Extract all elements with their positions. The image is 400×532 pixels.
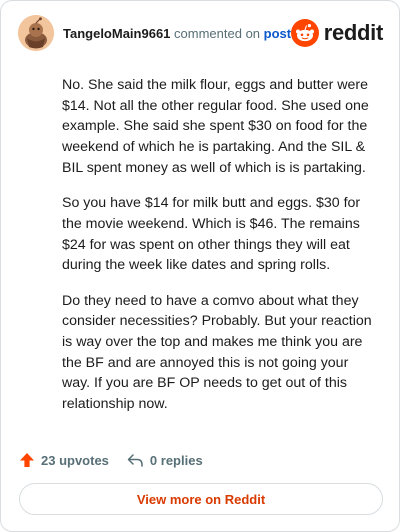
avatar[interactable]: [18, 15, 54, 51]
brand-name: reddit: [323, 20, 384, 45]
comment-paragraph: So you have $14 for milk butt and eggs. …: [62, 195, 361, 274]
upvote-arrow-icon: [20, 453, 34, 467]
upvote-label: 23 upvotes: [41, 452, 109, 468]
reply-label: 0 replies: [149, 452, 203, 468]
comment-paragraph: No. She said the milk flour, eggs and bu…: [62, 77, 369, 176]
action-text: commented on: [174, 26, 261, 41]
author-name[interactable]: TangeloMain9661: [63, 26, 170, 41]
comment-paragraph: Do they need to have a comvo about what …: [62, 292, 372, 413]
reply-count[interactable]: 0 replies: [127, 452, 203, 468]
snoo-avatar-icon: [18, 15, 54, 51]
comment-card: TangeloMain9661 commented on post reddit…: [0, 0, 400, 532]
reddit-logo[interactable]: reddit: [290, 18, 384, 48]
author-line: TangeloMain9661 commented on post: [63, 26, 291, 41]
reply-arrow-icon: [127, 454, 143, 467]
upvote-count[interactable]: 23 upvotes: [19, 452, 109, 468]
comment-body: No. She said the milk flour, eggs and bu…: [62, 75, 372, 429]
view-more-button[interactable]: View more on Reddit: [19, 483, 383, 515]
comment-header: TangeloMain9661 commented on post reddit: [18, 15, 383, 51]
reddit-logo-icon: [290, 19, 319, 47]
comment-footer: 23 upvotes 0 replies: [19, 449, 203, 471]
post-link[interactable]: post: [264, 26, 291, 41]
